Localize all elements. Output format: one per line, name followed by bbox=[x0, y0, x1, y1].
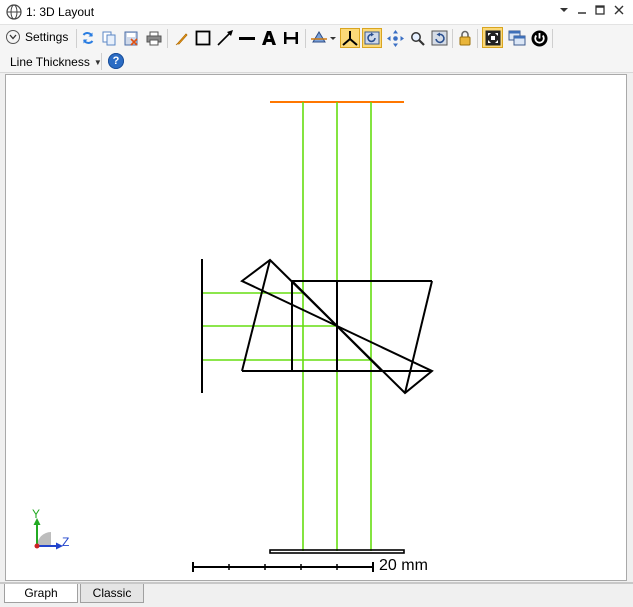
window-app-icon bbox=[5, 3, 23, 21]
pan-icon[interactable] bbox=[386, 29, 404, 47]
tab-classic-label: Classic bbox=[92, 586, 132, 600]
toolbar-divider bbox=[76, 29, 77, 48]
toolbar-divider bbox=[167, 29, 168, 48]
rectangle-icon[interactable] bbox=[194, 29, 211, 47]
chevron-down-icon bbox=[6, 30, 20, 44]
toolbar-divider bbox=[305, 29, 306, 48]
arrow-icon[interactable] bbox=[216, 29, 234, 47]
axis-z-label: Z bbox=[62, 535, 69, 549]
minimize-icon[interactable] bbox=[574, 4, 590, 20]
power-icon[interactable] bbox=[530, 29, 548, 47]
axes-icon[interactable] bbox=[340, 28, 360, 48]
axis-origin bbox=[34, 543, 40, 549]
window-title: 1: 3D Layout bbox=[26, 5, 95, 19]
tab-classic[interactable]: Classic bbox=[80, 584, 144, 603]
settings-label: Settings bbox=[25, 30, 69, 44]
fit-to-window-icon[interactable] bbox=[482, 27, 503, 48]
dimension-icon[interactable] bbox=[282, 29, 299, 47]
windows-icon[interactable] bbox=[507, 29, 526, 47]
help-icon[interactable]: ? bbox=[108, 53, 124, 69]
rotate-3d-icon[interactable] bbox=[310, 29, 336, 47]
toolbar-divider bbox=[552, 29, 553, 48]
layout-window: 1: 3D Layout Settings Line Thickness ▼ ?… bbox=[0, 0, 633, 607]
line-thickness-dropdown[interactable]: Line Thickness ▼ bbox=[10, 54, 102, 70]
prism-edge bbox=[404, 280, 433, 394]
tab-graph-label: Graph bbox=[24, 586, 58, 600]
chevron-down-icon[interactable] bbox=[556, 4, 572, 20]
pencil-icon[interactable] bbox=[173, 29, 189, 47]
axis-y-label: Y bbox=[32, 507, 40, 521]
title-bar: 1: 3D Layout bbox=[0, 0, 633, 25]
layout-canvas[interactable]: Y Z 20 mm bbox=[5, 74, 627, 581]
zoom-icon[interactable] bbox=[409, 29, 425, 47]
text-icon[interactable] bbox=[260, 29, 277, 47]
scale-bar-label: 20 mm bbox=[379, 557, 428, 574]
axis-triad-arc bbox=[37, 532, 51, 546]
save-icon[interactable] bbox=[123, 29, 139, 47]
refresh-icon[interactable] bbox=[80, 29, 96, 47]
toolbar-divider bbox=[477, 29, 478, 48]
view-tabs: Graph Classic bbox=[0, 582, 633, 607]
tab-graph[interactable]: Graph bbox=[4, 584, 78, 603]
close-icon[interactable] bbox=[611, 4, 627, 20]
copy-icon[interactable] bbox=[101, 29, 117, 47]
toolbar-divider bbox=[101, 53, 102, 70]
print-icon[interactable] bbox=[145, 29, 162, 47]
settings-button[interactable]: Settings bbox=[6, 28, 68, 46]
lock-icon[interactable] bbox=[457, 29, 473, 47]
maximize-icon[interactable] bbox=[592, 4, 608, 20]
line-thickness-label: Line Thickness bbox=[10, 55, 90, 69]
undo-view-icon[interactable] bbox=[430, 29, 448, 47]
optical-layout-drawing: Y Z bbox=[32, 101, 434, 572]
reset-view-icon[interactable] bbox=[362, 28, 382, 48]
lens-surface bbox=[269, 549, 405, 554]
line-icon[interactable] bbox=[238, 29, 255, 47]
toolbar-divider bbox=[452, 29, 453, 48]
